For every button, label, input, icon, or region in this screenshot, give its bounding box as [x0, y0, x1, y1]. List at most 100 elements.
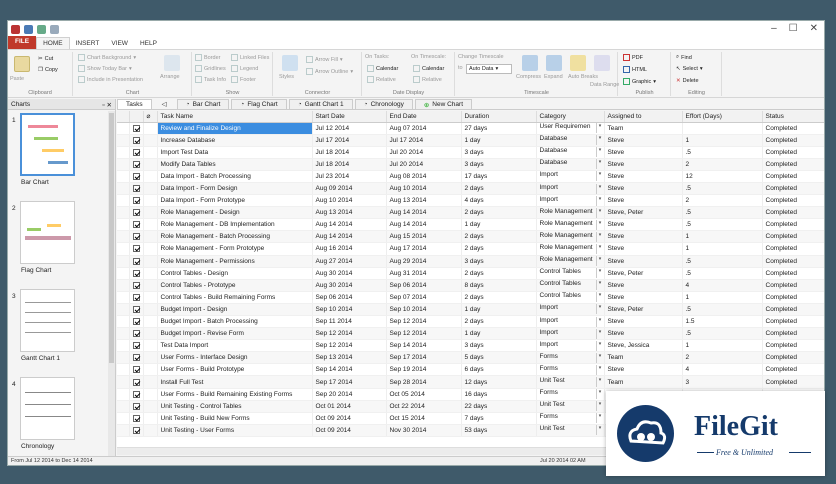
row-checkbox-cell[interactable]: [129, 351, 144, 365]
end-date-cell[interactable]: Sep 12 2014: [386, 315, 462, 329]
html-button[interactable]: HTML: [623, 66, 647, 73]
auto-breaks-icon[interactable]: [570, 55, 586, 71]
checkbox-checked-icon[interactable]: [132, 414, 140, 422]
effort-cell[interactable]: 4: [682, 279, 763, 292]
row-header-cell[interactable]: [117, 315, 130, 329]
chart-thumbnail-chronology[interactable]: [20, 377, 75, 440]
duration-cell[interactable]: 3 days: [461, 146, 537, 159]
task-name-cell[interactable]: Role Management - Batch Processing: [157, 230, 313, 244]
table-row[interactable]: Role Management - Form Prototype Aug 16 2…: [117, 242, 824, 256]
task-name-cell[interactable]: Import Test Data: [157, 146, 313, 159]
start-date-cell[interactable]: Oct 09 2014: [312, 424, 387, 437]
table-row[interactable]: Control Tables - Design Aug 30 2014 Aug 31…: [117, 267, 824, 280]
row-header-cell[interactable]: [117, 303, 130, 317]
effort-cell[interactable]: 1: [682, 134, 763, 147]
assigned-to-cell[interactable]: Steve, Peter: [604, 267, 683, 280]
duration-cell[interactable]: 12 days: [461, 375, 537, 389]
checkbox-checked-icon[interactable]: [132, 209, 140, 217]
dropdown-arrow-icon[interactable]: ▾: [595, 377, 604, 388]
data-range-button[interactable]: Data Range: [590, 82, 619, 88]
task-name-cell[interactable]: Test Data Import: [157, 339, 313, 353]
table-row[interactable]: Budget Import - Design Sep 10 2014 Sep 10 …: [117, 303, 824, 317]
effort-cell[interactable]: 4: [682, 363, 763, 377]
row-header-cell[interactable]: [117, 339, 130, 353]
task-name-cell[interactable]: Data Import - Batch Processing: [157, 170, 313, 183]
start-date-cell[interactable]: Sep 12 2014: [312, 327, 387, 341]
category-cell[interactable]: Role Management ▾: [536, 255, 605, 268]
start-date-cell[interactable]: Aug 16 2014: [312, 242, 387, 256]
task-name-cell[interactable]: Budget Import - Batch Processing: [157, 315, 313, 329]
duration-cell[interactable]: 27 days: [461, 122, 537, 135]
row-checkbox-cell[interactable]: [129, 327, 144, 341]
effort-cell[interactable]: 1: [682, 339, 763, 353]
category-cell[interactable]: Import ▾: [536, 194, 605, 208]
dropdown-arrow-icon[interactable]: ▾: [595, 243, 604, 254]
duration-cell[interactable]: 3 days: [461, 255, 537, 268]
checkbox-checked-icon[interactable]: [132, 197, 140, 205]
table-row[interactable]: Role Management - Design Aug 13 2014 Aug 1…: [117, 206, 824, 220]
task-name-cell[interactable]: User Forms - Build Remaining Existing Fo…: [157, 388, 313, 401]
duration-cell[interactable]: 2 days: [461, 230, 537, 244]
end-date-cell[interactable]: Sep 10 2014: [386, 303, 462, 317]
category-cell[interactable]: Control Tables ▾: [536, 291, 605, 304]
effort-cell[interactable]: [682, 122, 763, 135]
checkbox-checked-icon[interactable]: [132, 354, 140, 362]
duration-cell[interactable]: 1 day: [461, 327, 537, 341]
undo-icon[interactable]: [37, 24, 46, 34]
status-cell[interactable]: Completed: [762, 218, 824, 232]
row-header-cell[interactable]: [117, 206, 130, 220]
assigned-to-cell[interactable]: Steve: [604, 255, 683, 268]
checkbox-checked-icon[interactable]: [132, 172, 140, 180]
task-name-cell[interactable]: Control Tables - Prototype: [157, 279, 313, 292]
category-cell[interactable]: Forms ▾: [536, 351, 605, 365]
start-date-cell[interactable]: Aug 14 2014: [312, 230, 387, 244]
category-cell[interactable]: Role Management ▾: [536, 242, 605, 256]
task-name-cell[interactable]: Role Management - DB Implementation: [157, 218, 313, 232]
row-checkbox-cell[interactable]: [129, 218, 144, 232]
linked-files-checkbox[interactable]: Linked Files: [231, 54, 269, 61]
checkbox-checked-icon[interactable]: [132, 221, 140, 229]
scrollbar-thumb[interactable]: [109, 113, 114, 363]
dropdown-arrow-icon[interactable]: ▾: [595, 123, 604, 134]
start-date-cell[interactable]: Aug 14 2014: [312, 218, 387, 232]
status-cell[interactable]: Completed: [762, 170, 824, 183]
start-date-cell[interactable]: Sep 10 2014: [312, 303, 387, 317]
row-checkbox-cell[interactable]: [129, 194, 144, 208]
relative-tasks-radio[interactable]: Relative: [367, 76, 396, 83]
row-header-cell[interactable]: [117, 400, 130, 413]
row-checkbox-cell[interactable]: [129, 363, 144, 377]
category-cell[interactable]: Forms ▾: [536, 412, 605, 425]
start-date-cell[interactable]: Jul 23 2014: [312, 170, 387, 183]
category-cell[interactable]: Role Management ▾: [536, 230, 605, 244]
end-date-cell[interactable]: Sep 17 2014: [386, 351, 462, 365]
header-duration[interactable]: Duration: [461, 111, 537, 123]
checkbox-checked-icon[interactable]: [132, 269, 140, 277]
dropdown-arrow-icon[interactable]: ▾: [595, 219, 604, 230]
relative-timescale-radio[interactable]: Relative: [413, 76, 442, 83]
row-checkbox-cell[interactable]: [129, 267, 144, 280]
tab-bar-chart[interactable]: ◔ Bar Chart: [176, 99, 230, 109]
compress-button[interactable]: Compress: [516, 74, 541, 80]
dropdown-arrow-icon[interactable]: ▾: [595, 183, 604, 194]
end-date-cell[interactable]: Jul 20 2014: [386, 158, 462, 171]
row-header-cell[interactable]: [117, 424, 130, 437]
task-name-cell[interactable]: Role Management - Form Prototype: [157, 242, 313, 256]
category-cell[interactable]: Import ▾: [536, 182, 605, 196]
header-effort[interactable]: Effort (Days): [682, 111, 763, 123]
cut-button[interactable]: ✂ Cut: [38, 56, 53, 62]
row-header-cell[interactable]: [117, 363, 130, 377]
paste-icon[interactable]: [14, 56, 30, 72]
row-checkbox-cell[interactable]: [129, 424, 144, 437]
category-cell[interactable]: Role Management ▾: [536, 218, 605, 232]
task-name-cell[interactable]: Unit Testing - User Forms: [157, 424, 313, 437]
row-checkbox-cell[interactable]: [129, 375, 144, 389]
duration-cell[interactable]: 2 days: [461, 291, 537, 304]
legend-checkbox[interactable]: Legend: [231, 65, 258, 72]
row-header-cell[interactable]: [117, 412, 130, 425]
arrow-outline-button[interactable]: Arrow Outline ▾: [306, 68, 353, 75]
row-checkbox-cell[interactable]: [129, 279, 144, 292]
checkbox-checked-icon[interactable]: [132, 136, 140, 144]
status-cell[interactable]: Completed: [762, 242, 824, 256]
end-date-cell[interactable]: Aug 15 2014: [386, 230, 462, 244]
table-row[interactable]: Modify Data Tables Jul 18 2014 Jul 20 2014…: [117, 158, 824, 171]
